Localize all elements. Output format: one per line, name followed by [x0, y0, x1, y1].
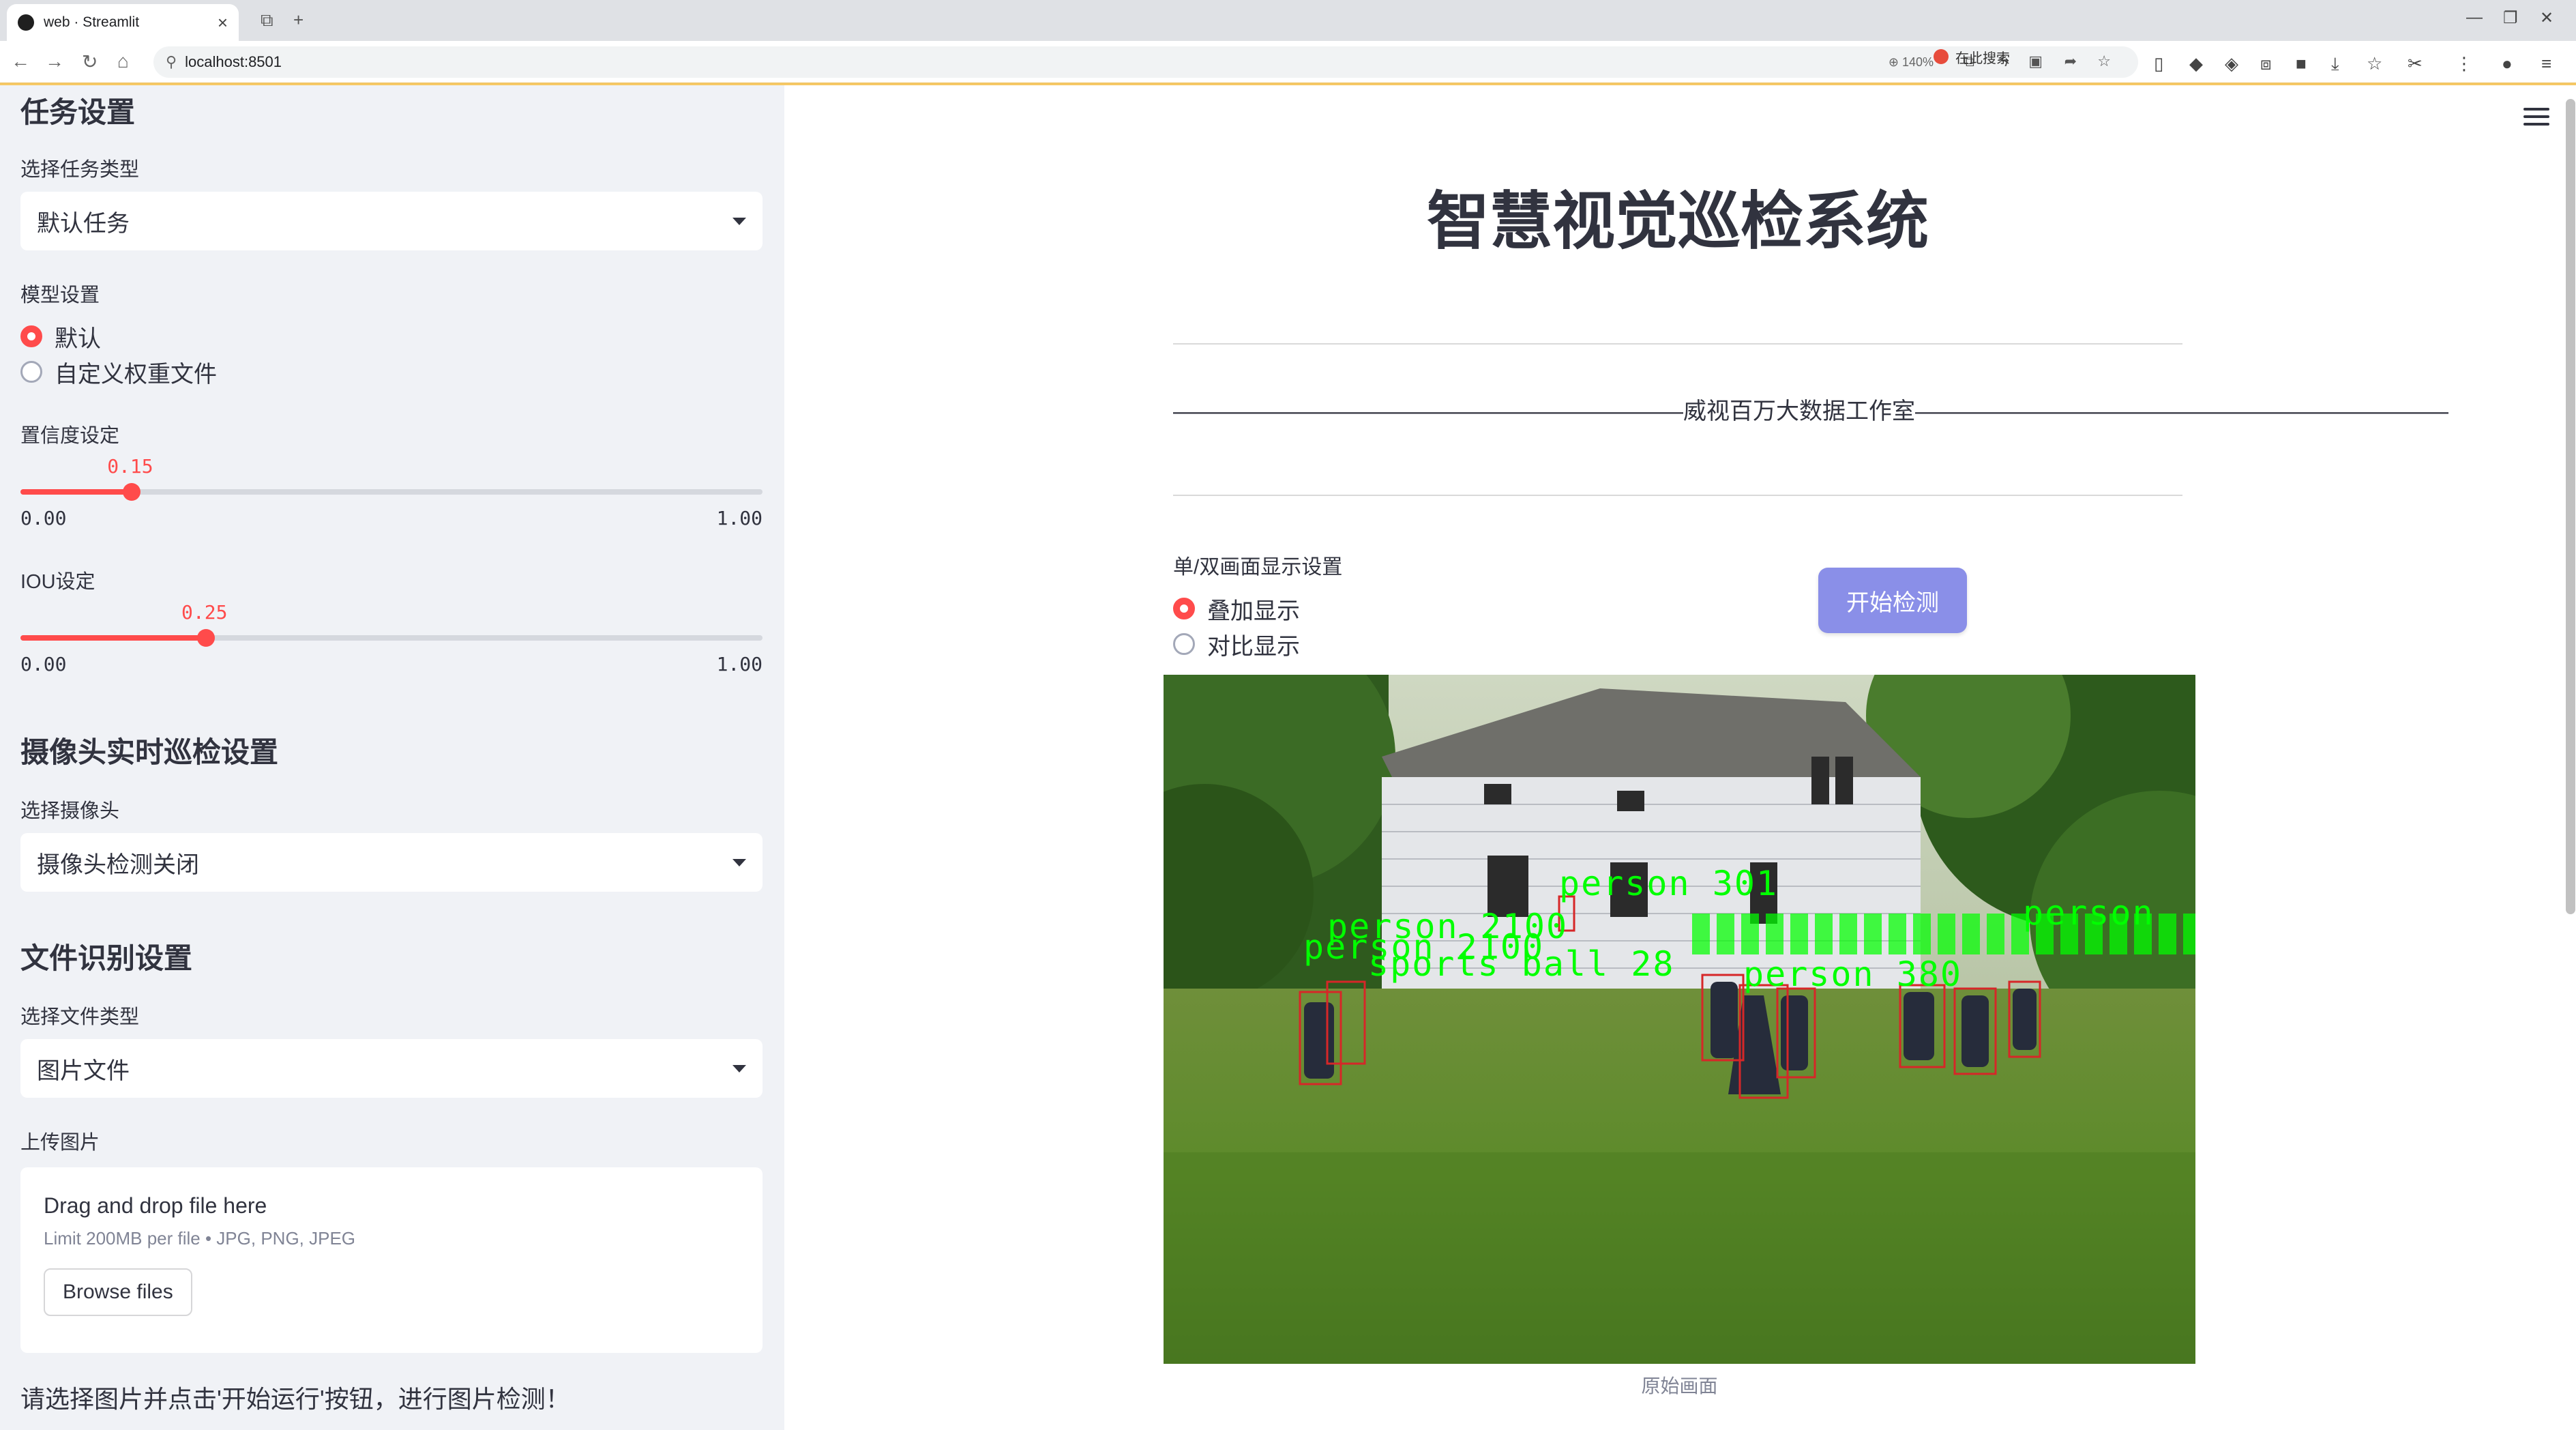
tab-title: web · Streamlit [44, 14, 140, 30]
minimize-icon[interactable]: — [2466, 8, 2483, 27]
search-placeholder: 在此搜索 [1955, 50, 2010, 66]
iou-label: IOU设定 [20, 571, 95, 593]
detection-image: person 301 person 2100 person 2100 sport… [1164, 675, 2195, 1364]
chevron-down-icon [732, 858, 746, 866]
address-bar-row: ← → ↻ ⌂ ⚲ localhost:8501 ⊕ 140% ⧉ ϟ ▣ ➦ … [0, 41, 2576, 83]
download-icon[interactable]: ⤓ [2331, 53, 2339, 75]
extension-dark-icon[interactable]: ■ [2296, 53, 2307, 74]
display-settings-label: 单/双画面显示设置 [1173, 556, 1343, 579]
iou-slider[interactable]: 0.25 0.00 1.00 [20, 601, 763, 675]
divider-top [1173, 343, 2182, 345]
model-option-default[interactable]: 默认 [20, 319, 763, 354]
forward-icon[interactable]: → [45, 50, 64, 72]
search-engine-icon [1934, 49, 1949, 64]
close-window-icon[interactable]: ✕ [2540, 8, 2553, 28]
browser-tab[interactable]: web · Streamlit × [7, 4, 239, 41]
file-settings-heading: 文件识别设置 [20, 942, 193, 974]
camera-select-label: 选择摄像头 [20, 800, 120, 822]
file-type-value: 图片文件 [37, 1057, 130, 1084]
task-settings-heading: 任务设置 [20, 96, 136, 128]
slider-fill [20, 489, 132, 495]
radio-unselected-icon [1173, 633, 1195, 655]
radio-unselected-icon [20, 361, 42, 383]
slider-value: 0.25 [181, 601, 228, 624]
model-option-custom[interactable]: 自定义权重文件 [20, 354, 763, 390]
camera-settings-heading: 摄像头实时巡检设置 [20, 736, 279, 768]
confidence-label: 置信度设定 [20, 425, 120, 447]
slider-value: 0.15 [107, 455, 153, 478]
home-icon[interactable]: ⌂ [117, 50, 129, 72]
camera-select[interactable]: 摄像头检测关闭 [20, 833, 763, 892]
image-caption: 原始画面 [1641, 1375, 1718, 1397]
extension-blue-icon[interactable]: ◈ [2225, 53, 2238, 74]
slider-max: 1.00 [716, 507, 763, 529]
slider-max: 1.00 [716, 653, 763, 675]
tab-group-icon[interactable]: ⧉ [261, 10, 273, 30]
main-menu-icon[interactable] [2523, 108, 2549, 130]
browser-menu-icon[interactable]: ≡ [2541, 53, 2551, 74]
browse-files-button[interactable]: Browse files [44, 1268, 192, 1316]
display-option-overlay[interactable]: 叠加显示 [1173, 591, 1300, 626]
radio-selected-icon [1173, 598, 1195, 619]
back-icon[interactable]: ← [11, 50, 30, 72]
url-text: localhost:8501 [185, 53, 282, 70]
chevron-down-icon [732, 1064, 746, 1072]
hint-text: 请选择图片并点击'开始运行'按钮，进行图片检测！ [20, 1385, 570, 1413]
favorites-icon[interactable]: ☆ [2367, 53, 2382, 74]
streamlit-favicon-icon [18, 14, 34, 31]
site-info-icon[interactable]: ⚲ [166, 53, 177, 71]
cut-icon[interactable]: ✂ [2408, 53, 2423, 74]
detection-label-cluster [1692, 914, 2195, 954]
more-menu-icon[interactable]: ⋮ [2455, 53, 2473, 74]
task-type-value: 默认任务 [37, 210, 130, 237]
browser-tab-bar: web · Streamlit × ⧉ + — ❐ ✕ [0, 0, 2576, 41]
extension-translate-icon[interactable]: ⧈ [2260, 53, 2272, 75]
reload-icon[interactable]: ↻ [82, 50, 98, 73]
camera-select-value: 摄像头检测关闭 [37, 851, 199, 878]
divider-bottom [1173, 495, 2182, 496]
address-field[interactable]: ⚲ localhost:8501 ⊕ 140% ⧉ ϟ ▣ ➦ ☆ [153, 46, 2138, 78]
chevron-down-icon [732, 217, 746, 225]
task-type-select[interactable]: 默认任务 [20, 192, 763, 250]
confidence-slider[interactable]: 0.15 0.00 1.00 [20, 455, 763, 529]
studio-banner: ——————————————————————威视百万大数据工作室————————… [1173, 398, 2448, 424]
radio-selected-icon [20, 325, 42, 347]
slider-min: 0.00 [20, 653, 67, 675]
slider-thumb[interactable] [197, 629, 215, 647]
zoom-icon: ⊕ [1888, 55, 1899, 69]
new-tab-icon[interactable]: + [293, 10, 304, 30]
model-settings-label: 模型设置 [20, 284, 100, 306]
profile-avatar-icon[interactable]: ● [2502, 53, 2513, 74]
restore-icon[interactable]: ❐ [2503, 8, 2518, 28]
model-radio-group: 默认 自定义权重文件 [20, 319, 763, 390]
slider-thumb[interactable] [123, 483, 141, 501]
close-tab-icon[interactable]: × [218, 12, 228, 33]
sidebar: 任务设置 选择任务类型 默认任务 模型设置 默认 自定义权重文件 置信度设定 0… [0, 85, 784, 1430]
extension-color-icon[interactable]: ◆ [2189, 53, 2203, 74]
upload-label: 上传图片 [20, 1132, 100, 1154]
display-mode-radio-group: 叠加显示 对比显示 [1173, 591, 1300, 662]
page-title: 智慧视觉巡检系统 [1426, 187, 1929, 257]
display-option-compare[interactable]: 对比显示 [1173, 626, 1300, 662]
slider-min: 0.00 [20, 507, 67, 529]
start-detection-button[interactable]: 开始检测 [1818, 568, 1967, 633]
file-type-label: 选择文件类型 [20, 1006, 140, 1028]
search-engine-box[interactable]: 在此搜索 [1934, 46, 2138, 67]
file-uploader-dropzone[interactable]: Drag and drop file here Limit 200MB per … [20, 1167, 763, 1353]
upload-limit: Limit 200MB per file • JPG, PNG, JPEG [44, 1228, 356, 1249]
detection-label: sports ball 28 [1368, 944, 1675, 984]
task-type-label: 选择任务类型 [20, 159, 140, 181]
zoom-level[interactable]: ⊕ 140% [1889, 55, 1934, 70]
slider-fill [20, 635, 206, 641]
detection-label: person 301 [1559, 864, 1779, 903]
scrollbar[interactable] [2566, 99, 2575, 914]
upload-title: Drag and drop file here [44, 1193, 267, 1218]
detection-label: person 380 [1743, 954, 1963, 994]
phone-icon[interactable]: ▯ [2154, 53, 2163, 74]
file-type-select[interactable]: 图片文件 [20, 1039, 763, 1098]
